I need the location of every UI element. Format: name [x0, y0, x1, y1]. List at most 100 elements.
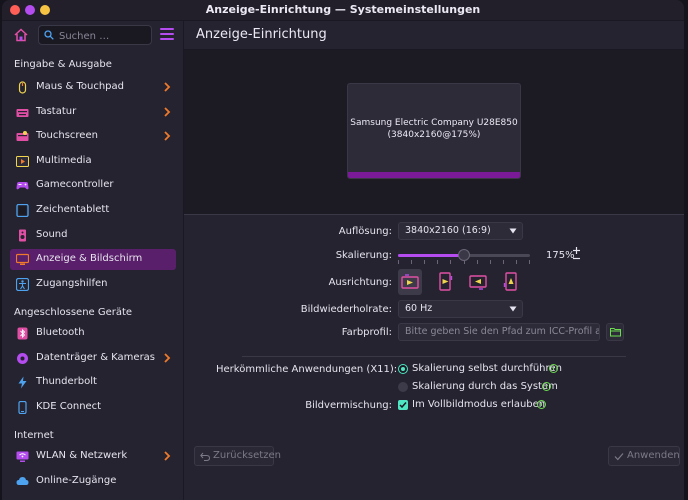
tearing-label: Bildvermischung: [305, 400, 392, 411]
color-profile-input[interactable]: Bitte geben Sie den Pfad zum ICC-Profil … [398, 323, 600, 341]
section-heading: Internet [14, 430, 54, 441]
sidebar-item-touchscreen[interactable]: Touchscreen [10, 126, 176, 147]
orientation-flipped-button[interactable] [466, 269, 490, 295]
apply-button[interactable]: Anwenden [608, 446, 680, 466]
resolution-dropdown[interactable]: 3840x2160 (16:9) [398, 222, 523, 240]
rotate-normal-icon [401, 274, 419, 289]
refresh-rate-label: Bildwiederholrate: [300, 304, 392, 315]
sidebar-item-keyboard[interactable]: Tastatur [10, 102, 176, 123]
monitor-accent-bar [348, 172, 520, 178]
color-profile-label: Farbprofil: [341, 327, 392, 338]
keyboard-icon [16, 109, 29, 117]
refresh-rate-value: 60 Hz [405, 303, 433, 314]
sidebar-item-bluetooth[interactable]: Bluetooth [10, 323, 176, 344]
online-accounts-icon [16, 477, 29, 485]
tablet-icon [16, 204, 29, 217]
sidebar-item-label: Online-Zugänge [36, 475, 117, 486]
refresh-rate-dropdown[interactable]: 60 Hz [398, 300, 523, 318]
rotate-flipped-icon [469, 275, 487, 290]
reset-button-label: Zurücksetzen [213, 450, 281, 461]
info-icon[interactable] [542, 382, 551, 391]
slider-tick [489, 260, 491, 264]
scale-self-radio[interactable] [398, 364, 408, 374]
chevron-right-icon [164, 82, 171, 92]
section-heading: Angeschlossene Geräte [14, 307, 133, 318]
sidebar-item-display[interactable]: Anzeige & Bildschirm [10, 249, 176, 270]
slider-tick [529, 260, 530, 264]
resolution-value: 3840x2160 (16:9) [405, 225, 491, 236]
sidebar-item-label: WLAN & Netzwerk [36, 450, 128, 461]
scale-slider[interactable] [398, 249, 530, 261]
reset-button[interactable]: Zurücksetzen [194, 446, 281, 466]
sidebar-item-label: Gamecontroller [36, 179, 114, 190]
sidebar-item-label: Maus & Touchpad [36, 81, 124, 92]
speaker-icon [19, 229, 26, 242]
slider-tick [398, 260, 399, 264]
info-icon[interactable] [537, 400, 546, 409]
chevron-down-icon [509, 306, 517, 312]
orientation-portrait-left-button[interactable] [433, 269, 457, 295]
info-icon[interactable] [549, 364, 558, 373]
slider-tick [424, 260, 426, 264]
monitor-preview[interactable]: Samsung Electric Company U28E850 (3840x2… [347, 83, 521, 179]
sidebar-item-wifi[interactable]: WLAN & Netzwerk [10, 446, 176, 467]
display-preview-area: Samsung Electric Company U28E850 (3840x2… [184, 50, 684, 215]
sidebar-item-label: Zeichentablett [36, 204, 110, 215]
sidebar-item-kdeconnect[interactable]: KDE Connect [10, 397, 176, 418]
sidebar: Eingabe & Ausgabe Maus & Touchpad Tastat… [2, 21, 184, 500]
hamburger-menu-icon[interactable] [160, 28, 174, 42]
slider-tick [502, 260, 504, 264]
sidebar-item-accessibility[interactable]: Zugangshilfen [10, 274, 176, 295]
chevron-right-icon [164, 353, 171, 363]
legacy-apps-label: Herkömmliche Anwendungen (X11): [216, 364, 398, 375]
scale-spin-icon[interactable] [572, 246, 581, 262]
orientation-landscape-button[interactable] [398, 269, 422, 295]
section-heading: Eingabe & Ausgabe [14, 59, 112, 70]
folder-browse-button[interactable] [606, 323, 624, 341]
sidebar-item-tablet[interactable]: Zeichentablett [10, 200, 176, 221]
slider-tick [437, 260, 439, 264]
page-title: Anzeige-Einrichtung [196, 27, 327, 42]
sidebar-toolbar [2, 21, 183, 49]
search-box[interactable] [38, 25, 152, 45]
slider-tick [476, 260, 478, 264]
home-icon[interactable] [14, 28, 28, 42]
sidebar-item-sound[interactable]: Sound [10, 225, 176, 246]
scale-label: Skalierung: [335, 250, 392, 261]
rotate-right-icon [503, 272, 517, 291]
sidebar-item-multimedia[interactable]: Multimedia [10, 151, 176, 172]
monitor-name: Samsung Electric Company U28E850 [350, 118, 518, 128]
orientation-label: Ausrichtung: [328, 277, 392, 288]
scale-system-radio[interactable] [398, 382, 408, 392]
monitor-mode: (3840x2160@175%) [387, 130, 481, 140]
title-bar: Anzeige-Einrichtung — Systemeinstellunge… [2, 0, 684, 21]
scale-system-option: Skalierung durch das System [412, 381, 558, 392]
chevron-right-icon [164, 107, 171, 117]
sidebar-item-mouse[interactable]: Maus & Touchpad [10, 77, 176, 98]
search-icon [44, 30, 54, 40]
multimedia-icon [16, 156, 29, 167]
chevron-down-icon [509, 228, 517, 234]
chevron-right-icon [164, 451, 171, 461]
sidebar-item-drives-cameras[interactable]: Datenträger & Kameras [10, 348, 176, 369]
section-divider [242, 356, 626, 357]
main-header: Anzeige-Einrichtung [184, 21, 684, 50]
kdeconnect-icon [18, 401, 27, 414]
sidebar-item-gamecontroller[interactable]: Gamecontroller [10, 175, 176, 196]
slider-tick [463, 260, 465, 264]
apply-button-label: Anwenden [627, 450, 680, 461]
sidebar-item-label: Anzeige & Bildschirm [36, 253, 143, 264]
sidebar-item-thunderbolt[interactable]: Thunderbolt [10, 372, 176, 393]
orientation-portrait-right-button[interactable] [499, 269, 523, 295]
sidebar-item-label: Thunderbolt [36, 376, 97, 387]
sidebar-item-online-accounts[interactable]: Online-Zugänge [10, 471, 176, 492]
sidebar-item-label: Sound [36, 229, 68, 240]
sidebar-item-label: Multimedia [36, 155, 92, 166]
drive-icon [17, 353, 28, 364]
window-title: Anzeige-Einrichtung — Systemeinstellunge… [205, 3, 481, 16]
checkmark-icon [399, 402, 407, 409]
allow-tearing-checkbox[interactable] [398, 400, 408, 410]
search-input[interactable] [57, 28, 151, 44]
sidebar-item-label: Tastatur [36, 106, 77, 117]
slider-tick [515, 260, 517, 264]
